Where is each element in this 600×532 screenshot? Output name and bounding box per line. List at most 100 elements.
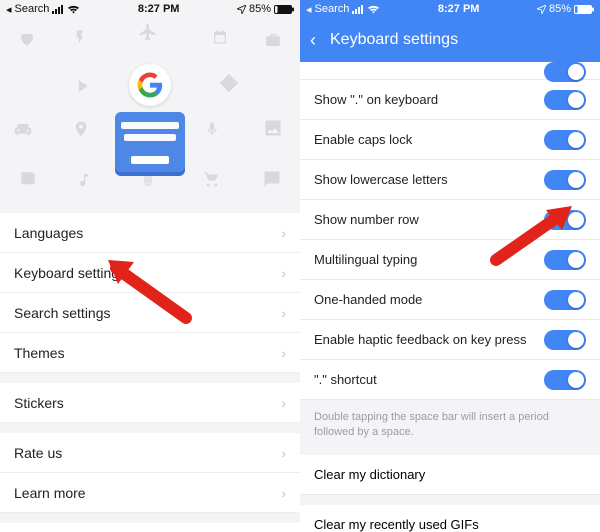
car-icon [12,118,34,140]
back-to-search[interactable]: ◂ [6,3,12,16]
toggle-show-period[interactable]: Show "." on keyboard [300,80,600,120]
toggle-switch[interactable] [544,90,586,110]
toggle-label: Show "." on keyboard [314,92,438,107]
pin-icon [72,118,90,140]
toggle-switch[interactable] [544,210,586,230]
background-decoration [0,18,300,203]
toggle-lowercase[interactable]: Show lowercase letters [300,160,600,200]
calendar-icon [212,29,228,45]
toggle-switch[interactable] [544,130,586,150]
tag-icon [218,72,240,94]
toggle-switch[interactable] [544,62,586,82]
wifi-icon [67,5,80,14]
toggle-one-handed[interactable]: One-handed mode [300,280,600,320]
toggle-haptic[interactable]: Enable haptic feedback on key press [300,320,600,360]
left-screenshot: ◂ Search 8:27 PM 85% [0,0,300,532]
chevron-right-icon: › [281,445,286,461]
google-g-icon [129,64,171,106]
header: ‹ Keyboard settings [300,18,600,62]
back-to-search[interactable]: ◂ [306,3,312,16]
row-label: Themes [14,345,65,361]
chevron-right-icon: › [281,265,286,281]
wifi-icon [367,5,380,14]
row-themes[interactable]: Themes › [0,333,300,373]
location-icon [537,5,546,14]
chevron-right-icon: › [281,395,286,411]
row-keyboard-settings[interactable]: Keyboard settings › [0,253,300,293]
menu-group-1: Languages › Keyboard settings › Search set… [0,213,300,373]
row-label: Keyboard settings [14,265,126,281]
row-rate-us[interactable]: Rate us › [0,433,300,473]
back-button[interactable]: ‹ [310,30,316,51]
partial-row [300,62,600,80]
toggle-switch[interactable] [544,170,586,190]
chevron-right-icon: › [281,485,286,501]
toggle-caps-lock[interactable]: Enable caps lock [300,120,600,160]
toggle-label: "." shortcut [314,372,377,387]
clip-icon [140,170,156,190]
battery-icon [574,5,594,14]
row-learn-more[interactable]: Learn more › [0,473,300,513]
menu-group-4: About› [0,523,300,532]
menu-group-3: Rate us › Learn more › [0,433,300,513]
chevron-right-icon: › [281,225,286,241]
row-label: Search settings [14,305,111,321]
row-stickers[interactable]: Stickers › [0,383,300,423]
row-search-settings[interactable]: Search settings › [0,293,300,333]
toggle-label: Show number row [314,212,419,227]
row-about[interactable]: About› [0,523,300,532]
chevron-right-icon: › [281,345,286,361]
carrier-label: Search [15,3,50,15]
image-icon [262,118,284,138]
bolt-icon [72,29,88,45]
toggle-label: Enable haptic feedback on key press [314,332,526,347]
row-label: Languages [14,225,83,241]
heart-icon [18,30,36,48]
toggle-switch[interactable] [544,370,586,390]
toggle-switch[interactable] [544,330,586,350]
chevron-right-icon: › [281,305,286,321]
carrier-label: Search [315,3,350,15]
clock: 8:27 PM [138,3,180,15]
work-icon [264,31,282,49]
row-label: Rate us [14,445,62,461]
music-icon [76,170,92,190]
toggle-label: Enable caps lock [314,132,412,147]
action-label: Clear my recently used GIFs [314,517,479,532]
toggle-multilingual[interactable]: Multilingual typing [300,240,600,280]
spacer [300,495,600,505]
toggle-label: Multilingual typing [314,252,417,267]
footer-note: Double tapping the space bar will insert… [300,400,600,455]
toggle-switch[interactable] [544,250,586,270]
right-screenshot: ◂ Search 8:27 PM 85% ‹ Keyboard settings… [300,0,600,532]
cart-icon [202,170,222,188]
page-title: Keyboard settings [330,31,458,49]
mic-icon [204,118,220,140]
row-label: Learn more [14,485,86,501]
signal-icon [52,5,64,14]
plane-icon [138,22,158,42]
toggle-label: One-handed mode [314,292,422,307]
toggle-switch[interactable] [544,290,586,310]
action-label: Clear my dictionary [314,467,425,482]
battery-icon [274,5,294,14]
action-clear-dictionary[interactable]: Clear my dictionary [300,455,600,495]
battery-percent: 85% [549,3,571,15]
clock: 8:27 PM [438,3,480,15]
status-bar: ◂ Search 8:27 PM 85% [300,0,600,18]
menu-group-2: Stickers › [0,383,300,423]
location-icon [237,5,246,14]
gboard-hero [115,64,185,172]
battery-percent: 85% [249,3,271,15]
signal-icon [352,5,364,14]
toggle-period-shortcut[interactable]: "." shortcut [300,360,600,400]
status-bar: ◂ Search 8:27 PM 85% [0,0,300,18]
row-languages[interactable]: Languages › [0,213,300,253]
action-clear-gifs[interactable]: Clear my recently used GIFs [300,505,600,532]
toggle-number-row[interactable]: Show number row [300,200,600,240]
row-label: Stickers [14,395,64,411]
wallet-icon [18,170,38,188]
keyboard-icon [115,112,185,172]
toggle-label: Show lowercase letters [314,172,448,187]
play-icon [72,76,92,96]
